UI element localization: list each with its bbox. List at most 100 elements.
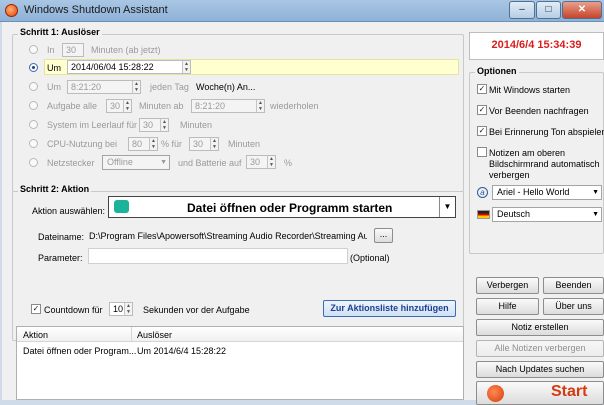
reminder-sound-checkbox[interactable]: ✓ <box>477 126 487 136</box>
current-time: 2014/6/4 15:34:39 <box>491 39 582 51</box>
exit-button[interactable]: Beenden <box>543 277 604 294</box>
trigger-cpu-unit: Minuten <box>228 139 261 149</box>
about-button[interactable]: Über uns <box>543 298 604 315</box>
trigger-cpu-percent-value: 80 <box>132 139 143 149</box>
hide-button[interactable]: Verbergen <box>476 277 539 294</box>
clock-panel: 2014/6/4 15:34:39 <box>469 32 604 60</box>
trigger-at-datetime[interactable]: 2014/06/04 15:28:22 ▲ ▼ <box>67 60 191 74</box>
parameter-optional-hint: (Optional) <box>350 253 390 263</box>
start-with-windows-checkbox[interactable]: ✓ <box>477 84 487 94</box>
power-state-select[interactable]: Offline ▼ <box>102 155 170 170</box>
battery-level-value: 30 <box>250 157 261 167</box>
spin-arrows-icon[interactable]: ▲ ▼ <box>149 138 157 150</box>
spin-arrows-icon[interactable]: ▲ ▼ <box>132 81 140 93</box>
trigger-repeat-time[interactable]: 8:21:20 ▲ ▼ <box>191 99 265 113</box>
trigger-cpu-percent[interactable]: 80 ▲ ▼ <box>128 137 158 151</box>
action-select[interactable]: Datei öffnen oder Programm starten ▼ <box>108 196 456 218</box>
font-icon: a <box>477 187 488 198</box>
confirm-exit-label: Vor Beenden nachfragen <box>489 106 589 116</box>
spin-arrows-icon[interactable]: ▲ ▼ <box>256 100 264 112</box>
column-header-action[interactable]: Aktion <box>23 330 48 340</box>
countdown-checkbox[interactable]: ✓ <box>31 304 41 314</box>
action-select-label: Aktion auswählen: <box>32 206 106 216</box>
confirm-exit-checkbox[interactable]: ✓ <box>477 105 487 115</box>
trigger-at-label: Um <box>47 63 61 73</box>
spin-arrows-icon[interactable]: ▲ ▼ <box>210 138 218 150</box>
countdown-seconds[interactable]: 10 ▲ ▼ <box>109 302 133 316</box>
column-divider <box>131 327 132 341</box>
start-with-windows-label: Mit Windows starten <box>489 85 571 95</box>
create-note-button[interactable]: Notiz erstellen <box>476 319 604 336</box>
main-window: Schritt 1: Auslöser In 30 Minuten (ab je… <box>2 22 604 405</box>
font-select[interactable]: Ariel - Hello World ▼ <box>492 185 602 200</box>
close-button[interactable]: ✕ <box>562 1 602 19</box>
trigger-in-radio[interactable] <box>29 45 38 54</box>
trigger-in-label: In <box>47 45 55 55</box>
hide-all-notes-button[interactable]: Alle Notizen verbergen <box>476 340 604 357</box>
start-button[interactable]: Start <box>476 381 604 405</box>
spin-arrows-icon[interactable]: ▲ ▼ <box>267 156 275 168</box>
browse-file-button[interactable]: ... <box>374 228 393 243</box>
weekday-link[interactable]: Woche(n) An... <box>196 82 255 92</box>
table-cell-action: Datei öffnen oder Program... <box>23 346 137 356</box>
trigger-cpu-minutes-value: 30 <box>193 139 204 149</box>
maximize-button[interactable]: □ <box>536 1 561 19</box>
check-updates-button[interactable]: Nach Updates suchen <box>476 361 604 378</box>
trigger-in-minutes[interactable]: 30 <box>62 43 84 57</box>
trigger-repeat-interval-value: 30 <box>110 101 121 111</box>
trigger-at-radio[interactable] <box>29 63 38 72</box>
action-list-table: Aktion Auslöser Datei öffnen oder Progra… <box>16 326 464 400</box>
file-name-field[interactable]: D:\Program Files\Apowersoft\Streaming Au… <box>89 231 367 243</box>
table-row[interactable]: Datei öffnen oder Program... Um 2014/6/4… <box>17 343 463 358</box>
trigger-idle-minutes-value: 30 <box>143 120 154 130</box>
parameter-input[interactable] <box>88 248 348 264</box>
trigger-repeat-text: Minuten ab <box>139 101 184 111</box>
clock-icon <box>487 385 504 402</box>
window-title: Windows Shutdown Assistant <box>24 4 168 16</box>
trigger-in-unit: Minuten (ab jetzt) <box>91 45 161 55</box>
trigger-idle-radio[interactable] <box>29 120 38 129</box>
battery-unit: % <box>284 158 293 168</box>
minimize-button[interactable]: ‒ <box>509 1 535 19</box>
column-header-trigger[interactable]: Auslöser <box>137 330 172 340</box>
trigger-repeat-radio[interactable] <box>29 101 38 110</box>
trigger-idle-label: System im Leerlauf für <box>47 120 138 130</box>
start-button-label: Start <box>551 383 588 400</box>
add-to-action-list-button[interactable]: Zur Aktionsliste hinzufügen <box>323 300 456 317</box>
trigger-daily-time[interactable]: 8:21:20 ▲ ▼ <box>67 80 141 94</box>
spin-arrows-icon[interactable]: ▲ ▼ <box>182 61 190 73</box>
options-title: Optionen <box>475 66 519 76</box>
spin-arrows-icon[interactable]: ▲ ▼ <box>123 100 131 112</box>
trigger-cpu-label: CPU-Nutzung bei <box>47 139 118 149</box>
parameter-label: Parameter: <box>38 253 83 263</box>
trigger-power-label: Netzstecker <box>47 158 95 168</box>
trigger-repeat-end: wiederholen <box>270 101 319 111</box>
title-bar: Windows Shutdown Assistant ‒ □ ✕ <box>0 0 604 22</box>
language-select[interactable]: Deutsch ▼ <box>492 207 602 222</box>
trigger-daily-radio[interactable] <box>29 82 38 91</box>
trigger-cpu-radio[interactable] <box>29 139 38 148</box>
trigger-idle-unit: Minuten <box>180 120 213 130</box>
spin-arrows-icon[interactable]: ▲ ▼ <box>160 119 168 131</box>
reminder-sound-label: Bei Erinnerung Ton abspielen <box>489 127 604 137</box>
table-header: Aktion Auslöser <box>17 327 463 342</box>
spin-arrows-icon[interactable]: ▲ ▼ <box>124 303 132 315</box>
help-button[interactable]: Hilfe <box>476 298 539 315</box>
trigger-cpu-minutes[interactable]: 30 ▲ ▼ <box>189 137 219 151</box>
hide-notes-checkbox[interactable] <box>477 147 487 157</box>
chevron-down-icon: ▼ <box>592 189 599 196</box>
trigger-repeat-interval[interactable]: 30 ▲ ▼ <box>106 99 132 113</box>
font-select-value: Ariel - Hello World <box>497 187 570 197</box>
trigger-power-radio[interactable] <box>29 158 38 167</box>
file-name-label: Dateiname: <box>38 232 85 242</box>
countdown-text: Sekunden vor der Aufgabe <box>143 305 250 315</box>
table-cell-trigger: Um 2014/6/4 15:28:22 <box>137 346 227 356</box>
hide-notes-label: Notizen am oberen Bildschirmrand automat… <box>489 148 600 180</box>
action-select-value: Datei öffnen oder Programm starten <box>187 201 393 215</box>
trigger-idle-minutes[interactable]: 30 ▲ ▼ <box>139 118 169 132</box>
trigger-repeat-label: Aufgabe alle <box>47 101 98 111</box>
battery-level-input[interactable]: 30 ▲ ▼ <box>246 155 276 169</box>
trigger-daily-time-value: 8:21:20 <box>71 82 102 92</box>
trigger-cpu-text: % für <box>161 139 183 149</box>
power-state-value: Offline <box>107 157 133 167</box>
